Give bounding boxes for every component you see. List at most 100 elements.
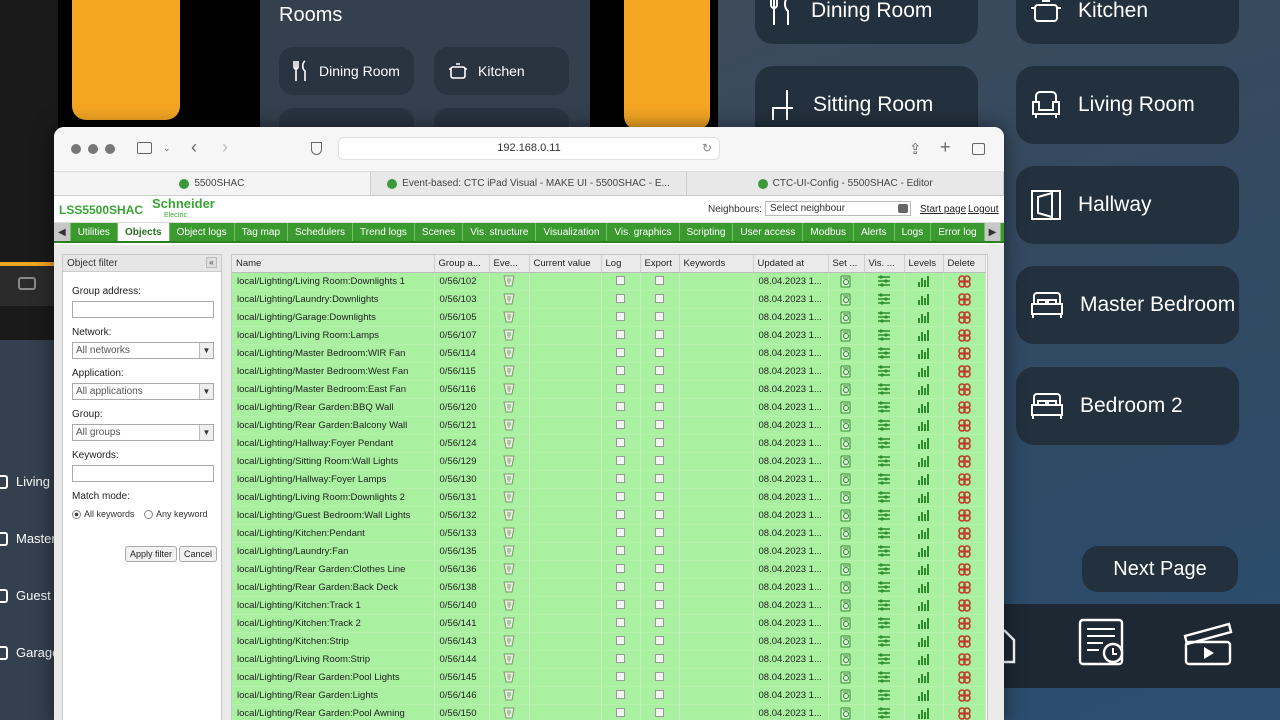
event-script-icon[interactable] [503, 527, 515, 539]
visualization-params-icon[interactable] [877, 635, 891, 647]
event-script-icon[interactable] [503, 689, 515, 701]
menu-tab-alerts[interactable]: Alerts [854, 223, 895, 241]
table-row[interactable]: local/Lighting/Kitchen:Track 2 0/56/141 08… [232, 614, 986, 633]
visualization-params-icon[interactable] [877, 599, 891, 611]
column-header[interactable]: Eve... [489, 255, 530, 273]
event-script-icon[interactable] [503, 599, 515, 611]
start-page-link[interactable]: Start page [920, 204, 966, 215]
export-checkbox[interactable] [655, 312, 664, 322]
event-script-icon[interactable] [503, 347, 515, 359]
event-script-icon[interactable] [503, 329, 515, 341]
column-header[interactable]: Delete [943, 255, 986, 273]
delete-icon[interactable] [957, 454, 971, 468]
log-checkbox[interactable] [616, 456, 625, 466]
log-checkbox[interactable] [616, 366, 625, 376]
export-checkbox[interactable] [655, 474, 664, 484]
table-row[interactable]: local/Lighting/Laundry:Fan 0/56/135 08.04.… [232, 542, 986, 561]
export-checkbox[interactable] [655, 510, 664, 520]
visualization-params-icon[interactable] [877, 671, 891, 683]
room-tile-living[interactable]: Living Room [1016, 66, 1239, 144]
visualization-params-icon[interactable] [877, 473, 891, 485]
next-page-button[interactable]: Next Page [1082, 546, 1238, 592]
event-script-icon[interactable] [503, 419, 515, 431]
event-script-icon[interactable] [503, 671, 515, 683]
set-value-icon[interactable] [840, 347, 852, 360]
minimize-window-button[interactable] [88, 144, 98, 154]
event-script-icon[interactable] [503, 707, 515, 719]
set-value-icon[interactable] [840, 437, 852, 450]
levels-icon[interactable] [917, 437, 931, 449]
zoom-window-button[interactable] [105, 144, 115, 154]
menu-tab-trend-logs[interactable]: Trend logs [353, 223, 415, 241]
set-value-icon[interactable] [840, 653, 852, 666]
log-checkbox[interactable] [616, 708, 625, 718]
delete-icon[interactable] [957, 472, 971, 486]
table-row[interactable]: local/Lighting/Master Bedroom:WIR Fan 0/5… [232, 344, 986, 363]
visualization-params-icon[interactable] [877, 581, 891, 593]
export-checkbox[interactable] [655, 438, 664, 448]
levels-icon[interactable] [917, 401, 931, 413]
event-script-icon[interactable] [503, 473, 515, 485]
visualization-params-icon[interactable] [877, 383, 891, 395]
visualization-params-icon[interactable] [877, 545, 891, 557]
match-all-radio[interactable]: All keywords [72, 509, 135, 519]
levels-icon[interactable] [917, 311, 931, 323]
visualization-params-icon[interactable] [877, 293, 891, 305]
left-list-item[interactable]: Guest [0, 588, 51, 603]
visualization-params-icon[interactable] [877, 401, 891, 413]
export-checkbox[interactable] [655, 276, 664, 286]
set-value-icon[interactable] [840, 635, 852, 648]
levels-icon[interactable] [917, 293, 931, 305]
table-row[interactable]: local/Lighting/Hallway:Foyer Lamps 0/56/1… [232, 470, 986, 489]
event-script-icon[interactable] [503, 401, 515, 413]
event-script-icon[interactable] [503, 311, 515, 323]
table-row[interactable]: local/Lighting/Guest Bedroom:Wall Lights… [232, 506, 986, 525]
levels-icon[interactable] [917, 491, 931, 503]
delete-icon[interactable] [957, 526, 971, 540]
delete-icon[interactable] [957, 562, 971, 576]
delete-icon[interactable] [957, 328, 971, 342]
table-row[interactable]: local/Lighting/Laundry:Downlights 0/56/10… [232, 290, 986, 309]
levels-icon[interactable] [917, 329, 931, 341]
log-checkbox[interactable] [616, 600, 625, 610]
levels-icon[interactable] [917, 455, 931, 467]
left-list-item[interactable]: Garage [0, 645, 59, 660]
export-checkbox[interactable] [655, 708, 664, 718]
menu-tab-modbus[interactable]: Modbus [803, 223, 854, 241]
set-value-icon[interactable] [840, 689, 852, 702]
table-row[interactable]: local/Lighting/Rear Garden:BBQ Wall 0/56/… [232, 398, 986, 417]
export-checkbox[interactable] [655, 654, 664, 664]
visualization-params-icon[interactable] [877, 653, 891, 665]
log-checkbox[interactable] [616, 492, 625, 502]
levels-icon[interactable] [917, 509, 931, 521]
log-checkbox[interactable] [616, 348, 625, 358]
table-row[interactable]: local/Lighting/Hallway:Foyer Pendant 0/56… [232, 434, 986, 453]
room-tile-dining[interactable]: Dining Room [279, 47, 414, 95]
browser-tab[interactable]: 5500SHAC [54, 172, 371, 195]
set-value-icon[interactable] [840, 419, 852, 432]
back-icon[interactable]: ‹ [191, 137, 197, 158]
export-checkbox[interactable] [655, 456, 664, 466]
visualization-params-icon[interactable] [877, 419, 891, 431]
table-row[interactable]: local/Lighting/Living Room:Lamps 0/56/107… [232, 326, 986, 345]
delete-icon[interactable] [957, 418, 971, 432]
event-script-icon[interactable] [503, 653, 515, 665]
table-row[interactable]: local/Lighting/Sitting Room:Wall Lights 0… [232, 452, 986, 471]
column-header[interactable]: Export [640, 255, 680, 273]
table-row[interactable]: local/Lighting/Rear Garden:Balcony Wall 0… [232, 416, 986, 435]
neighbours-select[interactable]: Select neighbour [765, 201, 911, 216]
delete-icon[interactable] [957, 616, 971, 630]
set-value-icon[interactable] [840, 563, 852, 576]
levels-icon[interactable] [917, 599, 931, 611]
table-row[interactable]: local/Lighting/Living Room:Strip 0/56/144… [232, 650, 986, 669]
log-checkbox[interactable] [616, 528, 625, 538]
table-row[interactable]: local/Lighting/Kitchen:Strip 0/56/143 08.0… [232, 632, 986, 651]
delete-icon[interactable] [957, 274, 971, 288]
export-checkbox[interactable] [655, 528, 664, 538]
scene-clapper-icon[interactable] [1182, 618, 1234, 666]
forward-icon[interactable]: › [222, 137, 228, 158]
visualization-params-icon[interactable] [877, 707, 891, 719]
export-checkbox[interactable] [655, 582, 664, 592]
table-row[interactable]: local/Lighting/Rear Garden:Pool Awning 0/… [232, 704, 986, 720]
visualization-params-icon[interactable] [877, 347, 891, 359]
